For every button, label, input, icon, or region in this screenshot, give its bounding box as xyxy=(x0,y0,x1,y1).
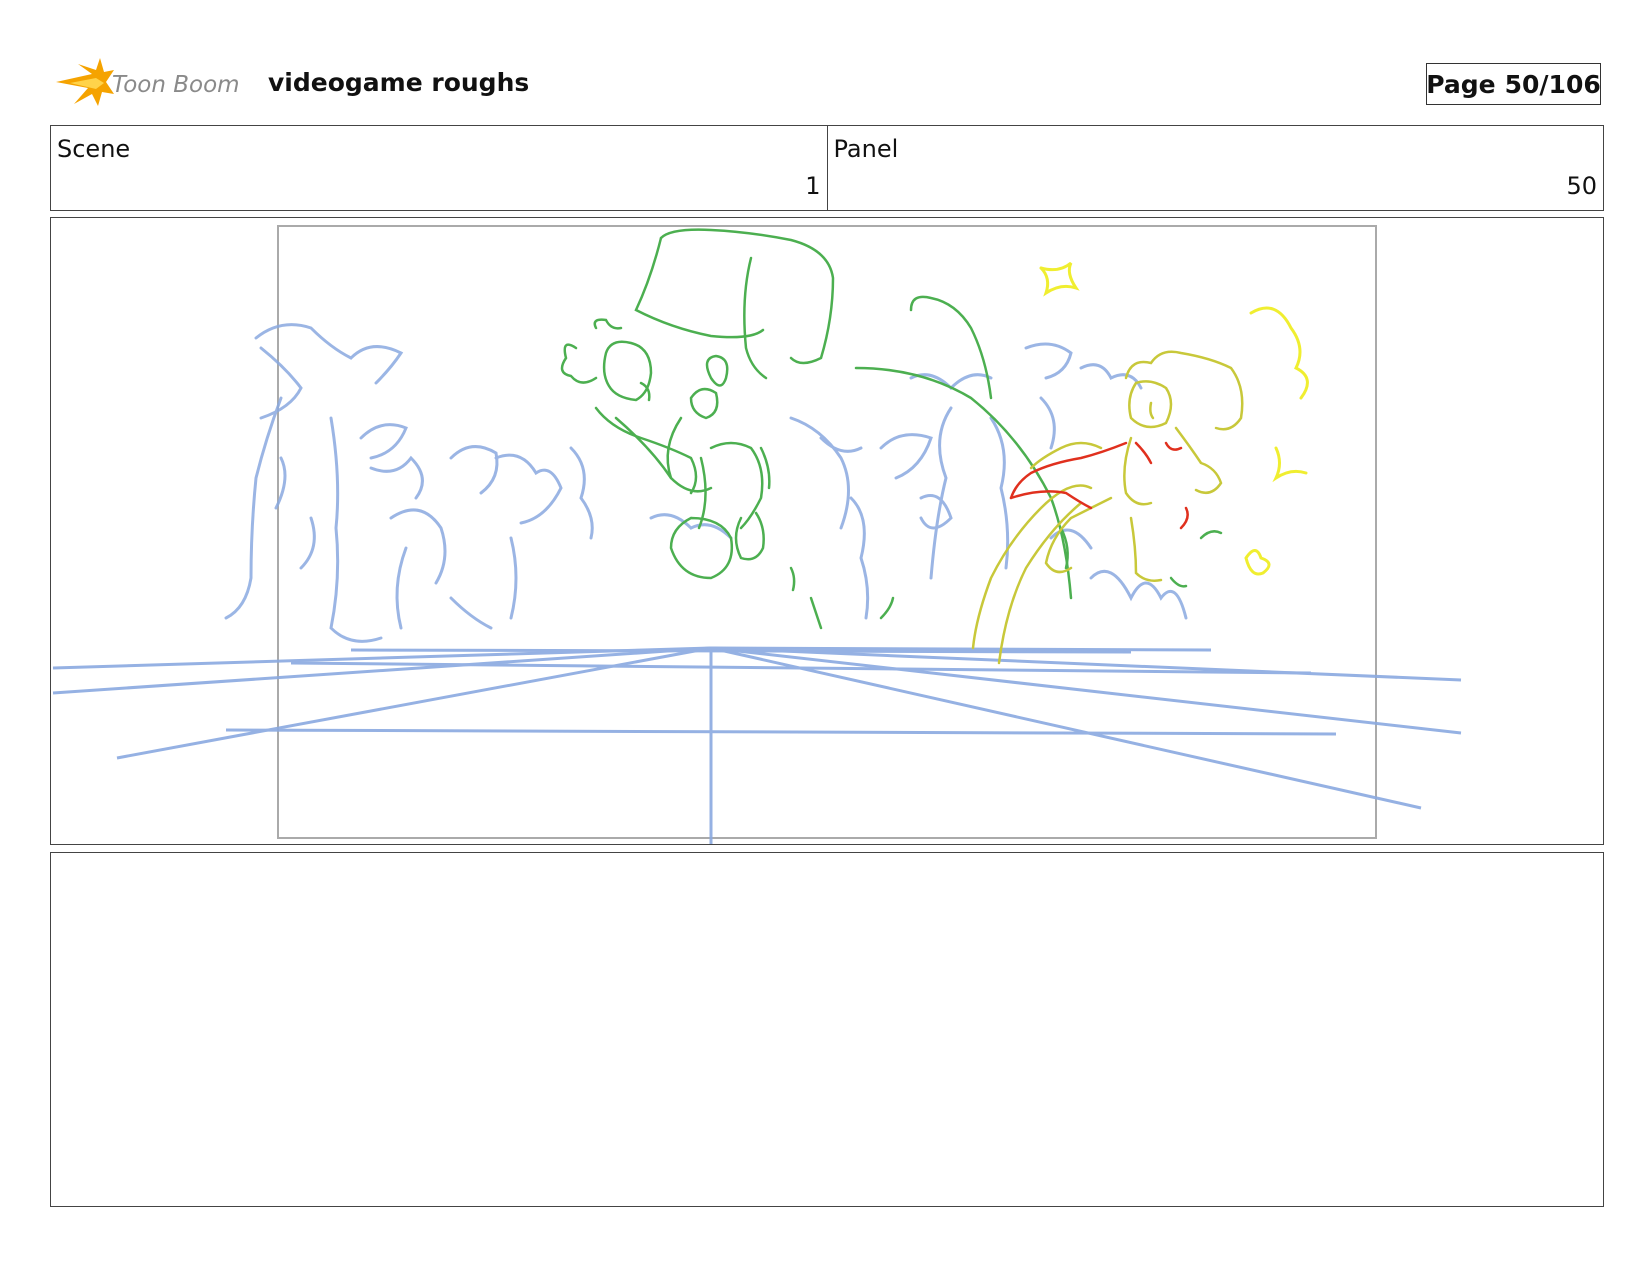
green-motion-lines xyxy=(789,295,1223,630)
scene-panel-info: Scene 1 Panel 50 xyxy=(50,125,1604,211)
starburst-icon xyxy=(56,58,114,106)
sparkle-marks xyxy=(1039,261,1309,576)
document-title: videogame roughs xyxy=(268,68,530,97)
yellow-character-sketch xyxy=(971,350,1244,665)
panel-cell: Panel 50 xyxy=(826,126,1604,210)
svg-text:Toon Boom: Toon Boom xyxy=(112,72,240,98)
dialogue-notes-box xyxy=(50,852,1604,1207)
perspective-lines xyxy=(52,646,1462,844)
red-cape-sketch xyxy=(1009,441,1189,530)
page-number: 50/106 xyxy=(1504,69,1601,99)
scene-cell: Scene 1 xyxy=(51,126,827,210)
scene-number: 1 xyxy=(805,172,821,200)
panel-number: 50 xyxy=(1566,172,1597,200)
scene-label: Scene xyxy=(57,135,131,163)
page-indicator: Page 50/106 xyxy=(1426,63,1601,105)
panel-label: Panel xyxy=(833,135,899,163)
toon-boom-logo: Toon Boom xyxy=(52,56,252,112)
sketch-drawing xyxy=(52,225,1462,844)
page-label: Page xyxy=(1426,69,1496,99)
storyboard-panel xyxy=(50,217,1604,845)
